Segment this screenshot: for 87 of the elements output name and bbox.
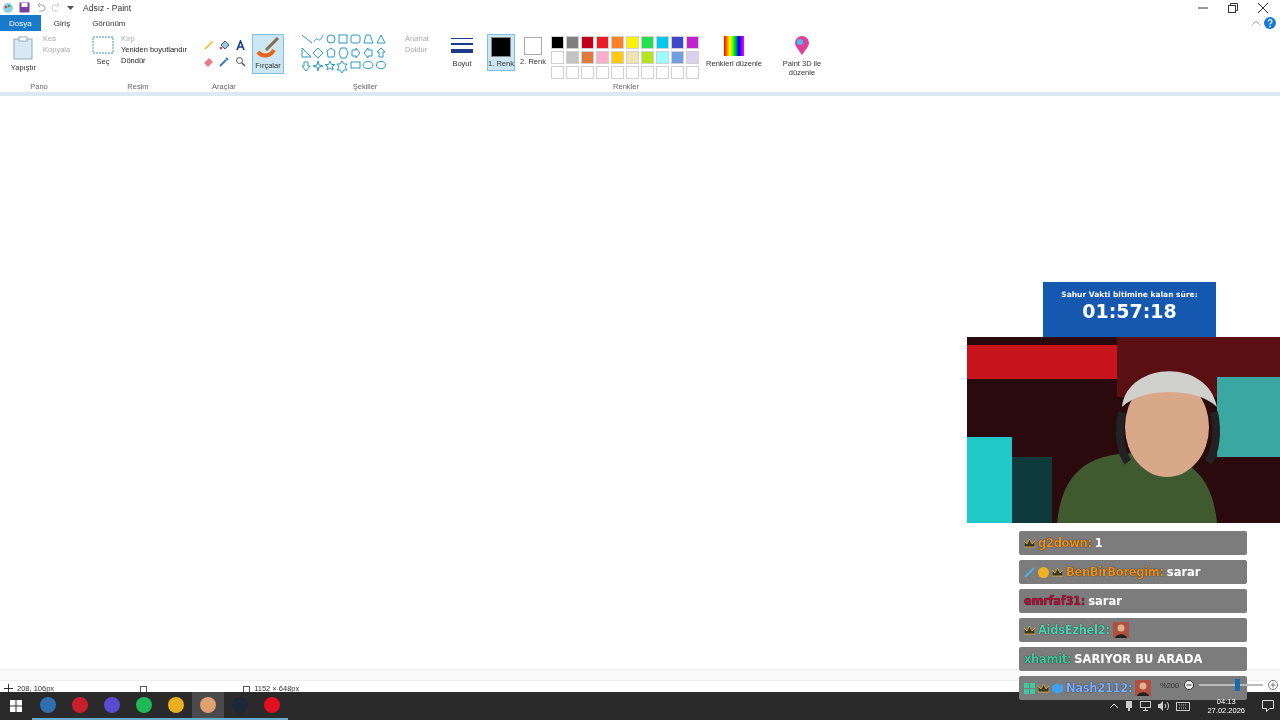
palette-swatch[interactable] [551,36,564,49]
ribbon-tab[interactable]: Dosya [0,15,41,31]
palette-swatch[interactable] [551,51,564,64]
maximize-icon[interactable] [1228,2,1238,13]
redo-icon[interactable] [51,2,62,13]
palette-swatch[interactable] [686,66,699,79]
chat-text: 1 [1094,536,1103,550]
palette-swatch[interactable] [596,66,609,79]
crown-badge-icon [1052,567,1063,577]
eraser-icon[interactable] [202,56,214,67]
palette-swatch[interactable] [566,51,579,64]
zoom-in-icon[interactable] [1268,680,1278,690]
brush-icon [256,36,280,58]
palette-swatch[interactable] [626,36,639,49]
emote-icon [1135,680,1152,696]
palette-swatch[interactable] [566,36,579,49]
coin-badge-icon [1038,566,1049,578]
palette-swatch[interactable] [656,36,669,49]
pencil-icon[interactable] [202,40,214,51]
text-tool-icon[interactable] [234,40,246,51]
palette-swatch[interactable] [671,66,684,79]
chat-username: xhamit: [1024,652,1072,666]
chat-username: BenBirBoregim: [1066,565,1164,579]
chat-text: sarar [1166,565,1201,579]
paint-app-icon [2,1,14,14]
notification-icon[interactable] [1262,700,1274,712]
start-icon[interactable] [10,700,22,712]
palette-swatch[interactable] [611,66,624,79]
line-width-icon [451,36,473,56]
keyboard-icon[interactable] [1176,701,1191,711]
network-icon[interactable] [1140,701,1152,711]
chat-text: sarar [1088,594,1122,608]
color-picker-icon[interactable] [218,56,230,67]
palette-swatch[interactable] [581,51,594,64]
palette-swatch[interactable] [551,66,564,79]
ribbon-tab[interactable]: Görünüm [83,15,135,31]
zoom-slider-thumb[interactable] [1235,679,1241,691]
chat-username: AidsEzhel2: [1038,623,1110,637]
clipboard-icon [13,36,34,60]
palette-swatch[interactable] [686,36,699,49]
palette-swatch[interactable] [611,51,624,64]
palette-swatch[interactable] [671,51,684,64]
palette-swatch[interactable] [566,66,579,79]
help-icon[interactable] [1264,17,1276,29]
save-icon[interactable] [19,2,30,13]
palette-swatch[interactable] [596,51,609,64]
palette-swatch[interactable] [656,51,669,64]
window-title: Adsız - Paint [83,2,132,13]
crown-badge-icon [1038,683,1049,693]
caret-icon[interactable] [1110,703,1119,709]
palette-swatch[interactable] [641,51,654,64]
close-icon[interactable] [1258,2,1268,13]
chat-username: g2down: [1038,536,1092,550]
cube-badge-icon [1052,682,1063,694]
color-spectrum-icon [724,36,744,56]
collapse-icon[interactable] [1252,20,1260,26]
paint-3d-icon [794,36,810,56]
chat-username: Nash2112: [1066,681,1133,695]
undo-icon[interactable] [35,2,46,13]
palette-swatch[interactable] [596,36,609,49]
crown-badge-icon [1024,625,1035,635]
zoom-out-icon[interactable] [1184,680,1195,690]
palette-swatch[interactable] [581,66,594,79]
ribbon-tab[interactable]: Giriş [44,15,80,31]
sword-badge-icon [1024,566,1035,578]
palette-swatch[interactable] [671,36,684,49]
chat-text: SARIYOR BU ARADA [1074,652,1203,666]
palette-swatch[interactable] [686,51,699,64]
palette-swatch[interactable] [581,36,594,49]
chat-username: emrfaf31: [1024,594,1086,608]
selection-icon [92,36,114,54]
crown-badge-icon [1024,538,1035,548]
emote-icon [1112,622,1129,638]
taskbar-app[interactable] [192,692,224,720]
caret-icon[interactable] [67,4,74,11]
grid-badge-icon [1024,682,1035,694]
speaker-icon[interactable] [1158,701,1170,711]
palette-swatch[interactable] [641,36,654,49]
palette-swatch[interactable] [641,66,654,79]
palette-swatch[interactable] [626,51,639,64]
fill-bucket-icon[interactable] [218,40,230,51]
usb-icon[interactable] [1125,701,1134,711]
countdown-time: 01:57:18 [1082,300,1177,322]
palette-swatch[interactable] [656,66,669,79]
palette-swatch[interactable] [611,36,624,49]
palette-swatch[interactable] [626,66,639,79]
magnifier-icon[interactable] [234,56,246,67]
